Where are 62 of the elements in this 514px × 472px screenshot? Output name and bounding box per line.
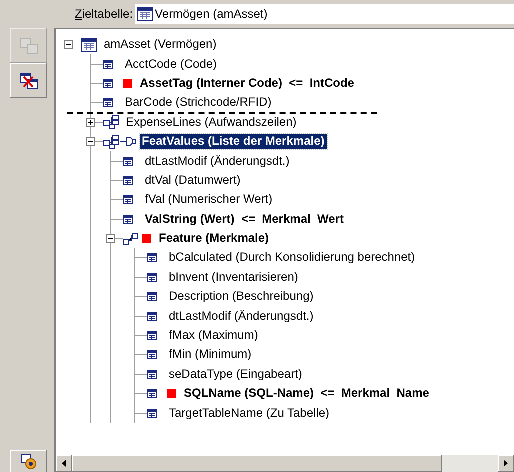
tree-item-label[interactable]: fVal (Numerischer Wert)	[143, 192, 275, 208]
tree-item-label[interactable]: dtVal (Datumwert)	[143, 172, 243, 188]
tree-item-label[interactable]: BarCode (Strichcode/RFID)	[123, 95, 274, 110]
minus-icon	[88, 138, 93, 144]
field-icon	[147, 350, 157, 360]
field-icon	[147, 370, 157, 379]
field-icon	[123, 156, 133, 166]
tree-item-label[interactable]: seDataType (Eingabeart)	[167, 366, 304, 382]
horizontal-scrollbar[interactable]	[55, 455, 514, 472]
field-icon	[123, 176, 133, 185]
field-icon	[147, 408, 157, 418]
field-icon	[103, 98, 113, 108]
field-icon	[147, 272, 157, 282]
tree-item-label[interactable]: TargetTableName (Zu Tabelle)	[167, 406, 332, 421]
tree-item-label[interactable]: amAsset (Vermögen)	[102, 37, 219, 52]
link-icon	[103, 115, 120, 130]
tables-icon	[20, 38, 38, 54]
minus-icon	[108, 236, 113, 241]
tree-item-label[interactable]: AcctCode (Code)	[123, 56, 220, 72]
link-icon	[103, 134, 120, 149]
field-icon	[103, 60, 113, 69]
tree-item-label[interactable]: ExpenseLines (Aufwandszeilen)	[124, 114, 299, 130]
tree-item-label[interactable]: Feature (Merkmale)	[157, 231, 272, 246]
scroll-thumb[interactable]	[72, 455, 442, 472]
left-arrow-icon	[62, 460, 66, 467]
right-arrow-icon	[504, 460, 508, 467]
tree-item-label[interactable]: bCalculated (Durch Konsolidierung berechnet)	[167, 250, 418, 266]
expander-box[interactable]	[106, 234, 115, 243]
tree-item-label[interactable]: fMin (Minimum)	[167, 347, 254, 362]
toolbar-button[interactable]	[10, 63, 47, 98]
scroll-left-button[interactable]	[56, 455, 72, 472]
scroll-right-button[interactable]	[498, 455, 514, 472]
expander-box[interactable]	[64, 40, 73, 50]
field-icon	[147, 253, 157, 262]
field-icon	[147, 331, 157, 340]
field-icon	[147, 389, 157, 398]
target-table-label: Zieltabelle:	[75, 6, 134, 23]
target-table-field[interactable]: Vermögen (amAsset)	[135, 4, 514, 24]
minus-icon	[66, 42, 71, 48]
tree-item-label[interactable]: dtLastModif (Änderungsdt.)	[167, 308, 316, 324]
tree-item-label[interactable]: fMax (Maximum)	[167, 328, 260, 344]
field-icon	[147, 292, 157, 302]
delete-tables-icon	[20, 72, 38, 88]
field-icon	[103, 78, 113, 88]
expander-box[interactable]	[86, 136, 95, 146]
relation-icon	[123, 232, 138, 245]
field-icon	[123, 214, 133, 224]
tree-item-label[interactable]: Description (Beschreibung)	[167, 289, 316, 304]
table-icon	[81, 38, 97, 52]
field-icon	[147, 312, 157, 321]
tree-item-label[interactable]: SQLName (SQL-Name) <= Merkmal_Name	[182, 386, 432, 402]
settings-button[interactable]	[10, 450, 47, 472]
tree-item-label[interactable]: FeatValues (Liste der Merkmale)	[140, 134, 327, 150]
tree-item-label[interactable]: bInvent (Inventarisieren)	[167, 270, 300, 285]
tree-item-label[interactable]: AssetTag (Interner Code) <= IntCode	[138, 76, 356, 91]
tree-item-label[interactable]: dtLastModif (Änderungsdt.)	[143, 154, 292, 169]
plus-icon	[88, 120, 93, 125]
tree-item-label[interactable]: ValString (Wert) <= Merkmal_Wert	[143, 212, 346, 227]
table-icon	[137, 7, 154, 21]
bracket-icon	[123, 136, 136, 148]
expander-box[interactable]	[86, 118, 95, 127]
field-icon	[123, 195, 133, 204]
